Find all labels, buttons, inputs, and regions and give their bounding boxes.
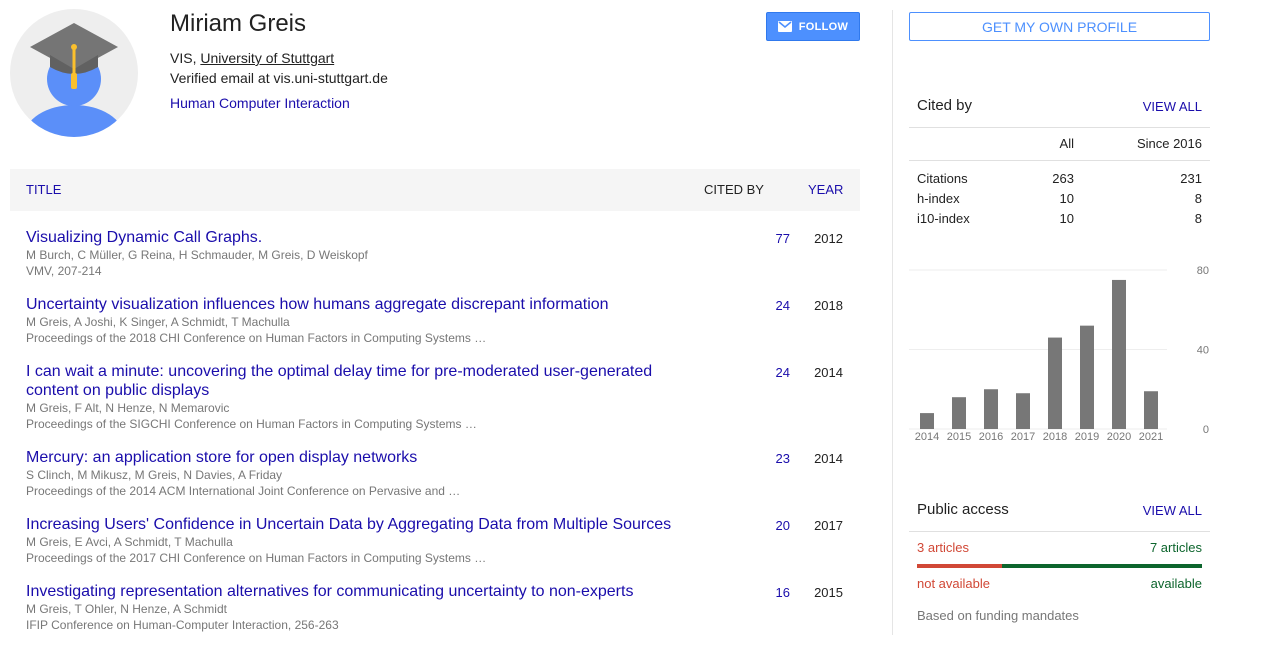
available-count-link[interactable]: 7 articles bbox=[1100, 540, 1202, 555]
avatar bbox=[10, 9, 138, 137]
x-tick-label: 2019 bbox=[1075, 431, 1099, 443]
articles-table-header: TITLE CITED BY YEAR bbox=[10, 169, 860, 211]
cited-by-count[interactable]: 20 bbox=[726, 518, 790, 533]
y-tick-label: 0 bbox=[1203, 424, 1209, 436]
citation-bar-2021[interactable] bbox=[1144, 391, 1158, 429]
article-authors: M Burch, C Müller, G Reina, H Schmauder,… bbox=[26, 248, 368, 262]
col-all-header: All bbox=[1059, 136, 1074, 151]
article-authors: M Greis, A Joshi, K Singer, A Schmidt, T… bbox=[26, 315, 290, 329]
sidebar-divider bbox=[892, 10, 893, 635]
cited-by-count[interactable]: 16 bbox=[726, 585, 790, 600]
article-title-link[interactable]: Increasing Users' Confidence in Uncertai… bbox=[26, 515, 676, 534]
profile-name: Miriam Greis bbox=[170, 10, 306, 37]
citation-bar-2014[interactable] bbox=[920, 413, 934, 429]
article-year: 2015 bbox=[814, 585, 843, 600]
stat-citations-all: 263 bbox=[1052, 171, 1074, 186]
affiliation: VIS, University of Stuttgart bbox=[170, 50, 334, 66]
divider bbox=[909, 127, 1210, 128]
article-title-link[interactable]: Uncertainty visualization influences how… bbox=[26, 295, 676, 314]
available-label: available bbox=[1150, 576, 1202, 591]
envelope-icon bbox=[777, 21, 792, 32]
x-tick-label: 2020 bbox=[1107, 431, 1131, 443]
sort-by-cited[interactable]: CITED BY bbox=[704, 182, 764, 197]
research-interest-link[interactable]: Human Computer Interaction bbox=[170, 95, 350, 111]
x-tick-label: 2021 bbox=[1139, 431, 1163, 443]
citation-bar-2016[interactable] bbox=[984, 389, 998, 429]
x-tick-label: 2015 bbox=[947, 431, 971, 443]
stat-label-i10-index: i10-index bbox=[917, 211, 970, 226]
article-year: 2017 bbox=[814, 518, 843, 533]
divider bbox=[909, 531, 1210, 532]
stat-h-index-all: 10 bbox=[1059, 191, 1074, 206]
stat-h-index-since: 8 bbox=[1194, 191, 1202, 206]
stat-i10-index-all: 10 bbox=[1059, 211, 1074, 226]
not-available-count-link[interactable]: 3 articles bbox=[917, 540, 969, 555]
x-tick-label: 2016 bbox=[979, 431, 1003, 443]
x-tick-label: 2018 bbox=[1043, 431, 1067, 443]
citation-bar-2019[interactable] bbox=[1080, 325, 1094, 429]
article-venue: Proceedings of the SIGCHI Conference on … bbox=[26, 417, 477, 431]
y-tick-label: 80 bbox=[1197, 265, 1209, 277]
article-title-link[interactable]: I can wait a minute: uncovering the opti… bbox=[26, 362, 676, 400]
stat-label-h-index: h-index bbox=[917, 191, 960, 206]
article-venue: VMV, 207-214 bbox=[26, 264, 102, 278]
table-row: Uncertainty visualization influences how… bbox=[26, 295, 860, 346]
x-tick-label: 2017 bbox=[1011, 431, 1035, 443]
article-title-link[interactable]: Visualizing Dynamic Call Graphs. bbox=[26, 228, 676, 247]
table-row: Mercury: an application store for open d… bbox=[26, 448, 860, 499]
article-venue: Proceedings of the 2014 ACM Internationa… bbox=[26, 484, 461, 498]
article-title-link[interactable]: Investigating representation alternative… bbox=[26, 582, 676, 601]
graduation-cap-avatar-icon bbox=[24, 23, 124, 137]
follow-label: FOLLOW bbox=[798, 20, 849, 33]
available-bar bbox=[1002, 564, 1202, 568]
table-row: Visualizing Dynamic Call Graphs. M Burch… bbox=[26, 228, 860, 279]
sort-by-year[interactable]: YEAR bbox=[808, 182, 843, 197]
stat-i10-index-since: 8 bbox=[1194, 211, 1202, 226]
cited-by-count[interactable]: 23 bbox=[726, 451, 790, 466]
verified-email: Verified email at vis.uni-stuttgart.de bbox=[170, 70, 388, 86]
funding-mandates-note: Based on funding mandates bbox=[917, 608, 1079, 623]
citations-per-year-chart: 0 40 80 2014 2015 2016 2017 2018 2019 2020 2021 bbox=[909, 265, 1209, 443]
follow-button[interactable]: FOLLOW bbox=[766, 12, 860, 41]
citation-bar-2017[interactable] bbox=[1016, 393, 1030, 429]
table-row: I can wait a minute: uncovering the opti… bbox=[26, 362, 860, 432]
divider bbox=[909, 160, 1210, 161]
article-venue: IFIP Conference on Human-Computer Intera… bbox=[26, 618, 339, 632]
article-authors: M Greis, E Avci, A Schmidt, T Machulla bbox=[26, 535, 233, 549]
article-year: 2018 bbox=[814, 298, 843, 313]
col-since-header: Since 2016 bbox=[1136, 136, 1202, 151]
not-available-label: not available bbox=[917, 576, 990, 591]
table-row: Investigating representation alternative… bbox=[26, 582, 860, 633]
sort-by-title[interactable]: TITLE bbox=[26, 182, 61, 197]
article-year: 2014 bbox=[814, 365, 843, 380]
article-authors: M Greis, F Alt, N Henze, N Memarovic bbox=[26, 401, 230, 415]
get-own-profile-button[interactable]: GET MY OWN PROFILE bbox=[909, 12, 1210, 41]
article-authors: S Clinch, M Mikusz, M Greis, N Davies, A… bbox=[26, 468, 283, 482]
cited-by-view-all-link[interactable]: VIEW ALL bbox=[1120, 99, 1202, 114]
article-venue: Proceedings of the 2017 CHI Conference o… bbox=[26, 551, 487, 565]
article-year: 2014 bbox=[814, 451, 843, 466]
stat-label-citations: Citations bbox=[917, 171, 968, 186]
cited-by-count[interactable]: 24 bbox=[726, 298, 790, 313]
article-venue: Proceedings of the 2018 CHI Conference o… bbox=[26, 331, 487, 345]
table-row: Increasing Users' Confidence in Uncertai… bbox=[26, 515, 860, 566]
public-access-title: Public access bbox=[917, 501, 1009, 518]
citation-bar-2020[interactable] bbox=[1112, 279, 1126, 429]
cited-by-count[interactable]: 24 bbox=[726, 365, 790, 380]
not-available-bar bbox=[917, 564, 1002, 568]
cited-by-count[interactable]: 77 bbox=[726, 231, 790, 246]
article-year: 2012 bbox=[814, 231, 843, 246]
citation-bar-2015[interactable] bbox=[952, 397, 966, 429]
y-tick-label: 40 bbox=[1197, 345, 1209, 357]
article-authors: M Greis, T Ohler, N Henze, A Schmidt bbox=[26, 602, 227, 616]
affiliation-link[interactable]: University of Stuttgart bbox=[200, 50, 334, 66]
x-tick-label: 2014 bbox=[915, 431, 939, 443]
citation-bar-2018[interactable] bbox=[1048, 337, 1062, 429]
affiliation-prefix: VIS, bbox=[170, 50, 201, 66]
cited-by-title: Cited by bbox=[917, 97, 973, 114]
stat-citations-since: 231 bbox=[1180, 171, 1202, 186]
article-title-link[interactable]: Mercury: an application store for open d… bbox=[26, 448, 676, 467]
public-access-view-all-link[interactable]: VIEW ALL bbox=[1120, 503, 1202, 518]
